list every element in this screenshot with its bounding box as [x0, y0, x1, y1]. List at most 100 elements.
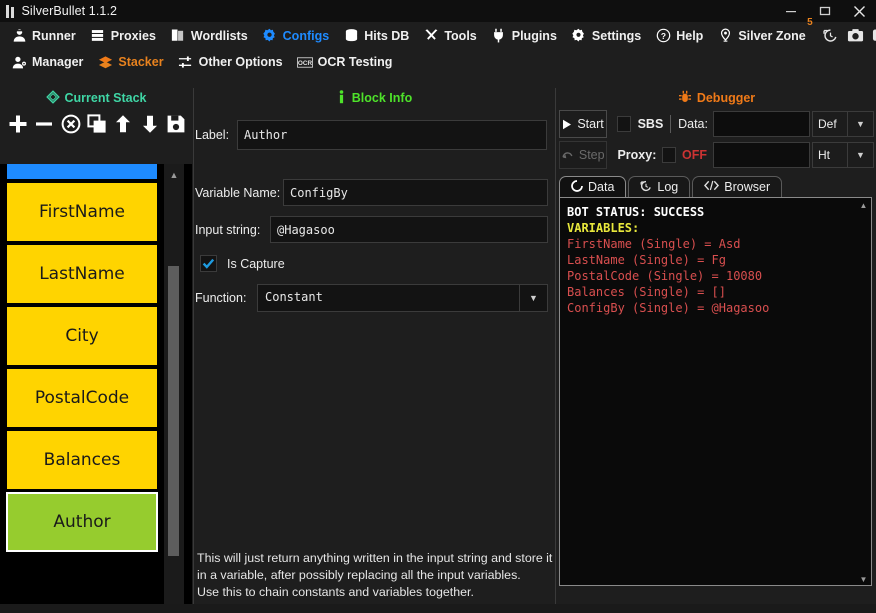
variable-value: 10080	[726, 269, 762, 283]
divider	[670, 115, 671, 133]
stack-block-label: LastName	[39, 264, 125, 284]
scrollbar-thumb[interactable]	[168, 266, 179, 556]
history-icon[interactable]	[821, 26, 840, 45]
function-select[interactable]: Constant ▼	[257, 284, 548, 312]
menu-label: OCR Testing	[318, 55, 393, 69]
menu-label: Tools	[444, 29, 476, 43]
tab-data[interactable]: Data	[559, 176, 626, 197]
variable-value: Fg	[712, 253, 726, 267]
is-capture-label: Is Capture	[227, 257, 285, 271]
maximize-icon[interactable]	[808, 0, 842, 22]
help-icon: ?	[655, 28, 671, 44]
variable-name-input[interactable]	[283, 179, 548, 206]
stack-header-label: Current Stack	[65, 91, 147, 105]
debugger-console[interactable]: BOT STATUS: SUCCESS VARIABLES: FirstName…	[559, 197, 872, 586]
tab-browser[interactable]: Browser	[692, 176, 782, 197]
menu-item-runner[interactable]: Runner	[6, 26, 85, 46]
menu-item-tools[interactable]: Tools	[418, 26, 485, 46]
stack-block[interactable]: FirstName	[6, 182, 158, 242]
variable-name: ConfigBy	[567, 301, 625, 315]
refresh-icon	[571, 180, 583, 195]
input-string-row: Input string:	[195, 216, 553, 243]
function-label: Function:	[195, 291, 257, 305]
sbs-checkbox[interactable]	[617, 116, 631, 132]
menu-item-ocr-testing[interactable]: OCR OCR Testing	[292, 52, 402, 72]
debugger-header: Debugger	[557, 88, 876, 108]
duplicate-block-button[interactable]	[85, 112, 108, 136]
chevron-down-icon[interactable]: ▼	[847, 112, 873, 136]
menu-item-plugins[interactable]: Plugins	[486, 26, 566, 46]
scroll-up-arrow[interactable]: ▲	[164, 164, 184, 186]
step-button[interactable]: Step	[559, 141, 607, 169]
input-string-label: Input string:	[195, 223, 270, 237]
scrollbar-track[interactable]	[168, 188, 179, 606]
console-scroll-up[interactable]: ▲	[857, 199, 870, 212]
stack-block-list: FirstName LastName City PostalCode Balan…	[0, 164, 192, 613]
add-block-button[interactable]	[6, 112, 29, 136]
clear-blocks-button[interactable]	[59, 112, 82, 136]
variable-eq: =	[697, 253, 704, 267]
console-scroll-down[interactable]: ▼	[857, 573, 870, 586]
menu-item-manager[interactable]: Manager	[6, 52, 92, 72]
save-stack-button[interactable]	[165, 112, 188, 136]
label-field-label: Label:	[195, 128, 237, 142]
label-input[interactable]	[237, 120, 547, 150]
move-up-button[interactable]	[112, 112, 135, 136]
remove-block-button[interactable]	[32, 112, 55, 136]
close-icon[interactable]	[842, 0, 876, 22]
gear-icon	[262, 28, 278, 44]
variable-type: (Single)	[632, 253, 690, 267]
stack-block[interactable]: PostalCode	[6, 368, 158, 428]
minimize-icon[interactable]	[774, 0, 808, 22]
menu-label: Help	[676, 29, 703, 43]
menu-item-settings[interactable]: Settings	[566, 26, 650, 46]
data-type-select[interactable]: Def ▼	[812, 111, 874, 137]
stack-block-label: PostalCode	[35, 388, 129, 408]
discord-icon[interactable]	[871, 26, 876, 45]
proxy-input[interactable]	[713, 142, 810, 168]
data-input[interactable]	[713, 111, 810, 137]
menu-label: Wordlists	[191, 29, 248, 43]
proxy-checkbox[interactable]	[662, 147, 676, 163]
stack-block[interactable]: Balances	[6, 430, 158, 490]
chevron-down-icon[interactable]: ▼	[847, 143, 873, 167]
stack-block[interactable]	[6, 164, 158, 180]
stack-block-label: Author	[53, 512, 110, 532]
stack-block[interactable]: City	[6, 306, 158, 366]
block-info-panel: Block Info Label: Variable Name: Input s…	[195, 88, 553, 613]
stack-block[interactable]: Author	[6, 492, 158, 552]
tab-log[interactable]: Log	[628, 176, 690, 197]
stacker-icon	[97, 54, 113, 70]
menu-item-help[interactable]: ? Help	[650, 26, 712, 46]
menu-item-silver-zone[interactable]: Silver Zone 5	[712, 26, 814, 46]
menu-label: Proxies	[111, 29, 156, 43]
is-capture-checkbox[interactable]	[200, 255, 217, 272]
proxy-type-select[interactable]: Ht ▼	[812, 142, 874, 168]
move-down-button[interactable]	[138, 112, 161, 136]
block-info-header: Block Info	[195, 88, 553, 108]
label-row: Label:	[195, 120, 553, 150]
menu-item-wordlists[interactable]: Wordlists	[165, 26, 257, 46]
menu-item-hits-db[interactable]: Hits DB	[338, 26, 418, 46]
input-string-input[interactable]	[270, 216, 548, 243]
menu-icon-row	[821, 26, 876, 45]
menu-item-other-options[interactable]: Other Options	[173, 52, 292, 72]
stack-scrollbar[interactable]: ▲ ▼	[164, 164, 184, 613]
block-info-label: Block Info	[352, 91, 412, 105]
bottom-overflow-strip	[0, 604, 876, 613]
start-label: Start	[577, 117, 603, 131]
stack-block[interactable]: LastName	[6, 244, 158, 304]
debugger-controls: Start SBS Data: Def ▼ Step Proxy:	[559, 110, 874, 169]
variable-name-row: Variable Name:	[195, 179, 553, 206]
menu-item-proxies[interactable]: Proxies	[85, 26, 165, 46]
proxy-type-value: Ht	[813, 143, 847, 167]
console-scrollbar[interactable]: ▲ ▼	[857, 199, 870, 586]
camera-icon[interactable]	[846, 26, 865, 45]
tab-label: Data	[588, 180, 614, 194]
variable-name: PostalCode	[567, 269, 639, 283]
menu-item-stacker[interactable]: Stacker	[92, 52, 172, 72]
chevron-down-icon[interactable]: ▼	[519, 285, 547, 311]
start-button[interactable]: Start	[559, 110, 607, 138]
menu-label: Other Options	[199, 55, 283, 69]
menu-item-configs[interactable]: Configs	[257, 26, 339, 46]
